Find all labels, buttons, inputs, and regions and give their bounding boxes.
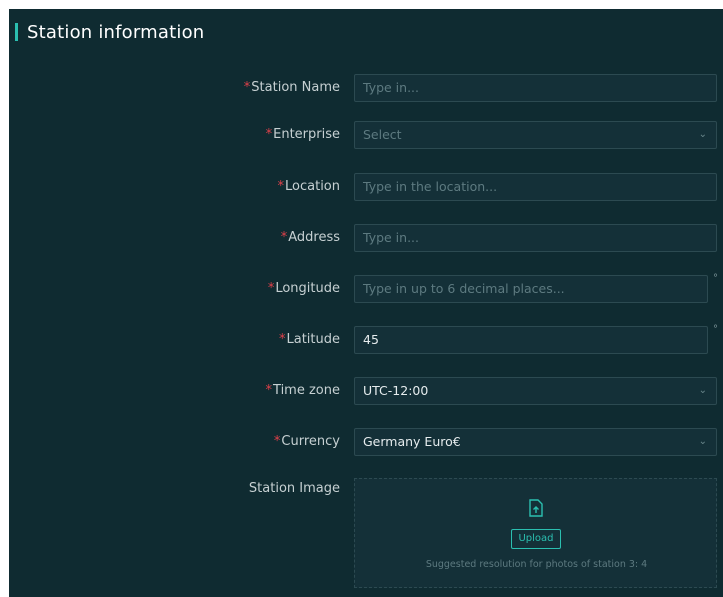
- required-mark: *: [277, 179, 285, 194]
- currency-row: *Currency Germany Euro€ ⌄: [9, 428, 723, 456]
- time-zone-label: *Time zone: [265, 383, 340, 398]
- latitude-label: *Latitude: [278, 332, 340, 347]
- time-zone-row: *Time zone UTC-12:00 ⌄: [9, 377, 723, 405]
- chevron-down-icon: ⌄: [698, 385, 707, 396]
- section-header: Station information: [15, 18, 204, 46]
- address-label: *Address: [280, 230, 340, 245]
- longitude-row: *Longitude Type in up to 6 decimal place…: [9, 273, 723, 303]
- currency-select[interactable]: Germany Euro€ ⌄: [354, 428, 717, 456]
- location-label: *Location: [277, 179, 340, 194]
- address-input[interactable]: Type in...: [354, 224, 717, 252]
- required-mark: *: [273, 434, 281, 449]
- required-mark: *: [278, 332, 286, 347]
- required-mark: *: [265, 127, 273, 142]
- upload-hint: Suggested resolution for photos of stati…: [425, 559, 648, 570]
- chevron-down-icon: ⌄: [698, 436, 707, 447]
- section-title: Station information: [27, 21, 205, 43]
- station-info-panel: Station information *Station Name Type i…: [9, 9, 723, 597]
- station-name-input[interactable]: Type in...: [354, 74, 717, 102]
- address-row: *Address Type in...: [9, 224, 723, 252]
- station-name-row: *Station Name Type in...: [9, 74, 723, 102]
- image-upload-area[interactable]: Upload Suggested resolution for photos o…: [354, 478, 717, 588]
- latitude-input[interactable]: 45: [354, 326, 708, 354]
- location-row: *Location Type in the location...: [9, 173, 723, 201]
- required-mark: *: [243, 80, 251, 95]
- station-name-label: *Station Name: [243, 80, 340, 95]
- enterprise-row: *Enterprise Select ⌄: [9, 121, 723, 149]
- currency-label: *Currency: [273, 434, 340, 449]
- location-input[interactable]: Type in the location...: [354, 173, 717, 201]
- station-image-label: Station Image: [248, 481, 340, 496]
- latitude-row: *Latitude 45 °: [9, 324, 723, 354]
- degree-mark: °: [713, 273, 718, 284]
- required-mark: *: [280, 230, 288, 245]
- time-zone-select[interactable]: UTC-12:00 ⌄: [354, 377, 717, 405]
- upload-file-icon[interactable]: [528, 499, 544, 517]
- longitude-input[interactable]: Type in up to 6 decimal places...: [354, 275, 708, 303]
- enterprise-label: *Enterprise: [265, 127, 340, 142]
- upload-button[interactable]: Upload: [511, 529, 561, 549]
- time-zone-value: UTC-12:00: [363, 383, 429, 398]
- enterprise-select-placeholder: Select: [363, 127, 402, 142]
- section-accent-bar: [15, 23, 18, 41]
- required-mark: *: [267, 281, 275, 296]
- longitude-label: *Longitude: [267, 281, 340, 296]
- required-mark: *: [265, 383, 273, 398]
- chevron-down-icon: ⌄: [698, 129, 707, 140]
- degree-mark: °: [713, 324, 718, 335]
- enterprise-select[interactable]: Select ⌄: [354, 121, 717, 149]
- currency-value: Germany Euro€: [363, 434, 461, 449]
